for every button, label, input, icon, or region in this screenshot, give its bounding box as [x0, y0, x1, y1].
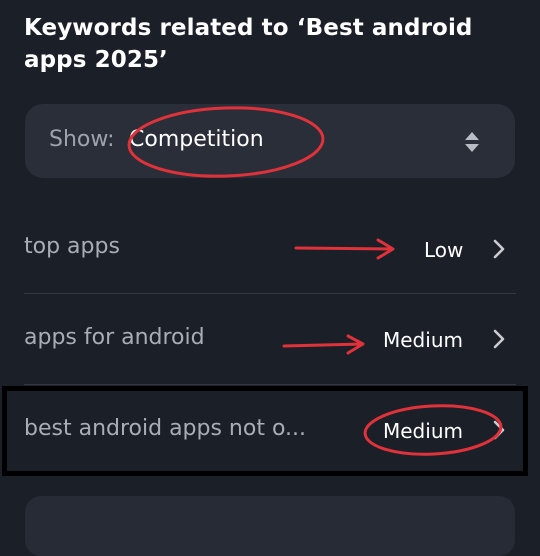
- chevron-right-icon: [493, 239, 505, 259]
- competition-level: Low: [424, 238, 464, 262]
- keyword-label: apps for android: [24, 325, 205, 350]
- chevron-right-icon: [493, 420, 505, 440]
- next-card: [25, 496, 515, 556]
- show-selected-value: Competition: [129, 127, 264, 152]
- keyword-row[interactable]: best android apps not o... Medium: [24, 386, 516, 476]
- keyword-row[interactable]: top apps Low: [24, 204, 516, 294]
- keyword-row[interactable]: apps for android Medium: [24, 294, 516, 384]
- section-title: Keywords related to ‘Best android apps 2…: [24, 15, 473, 73]
- show-label: Show:: [49, 127, 115, 152]
- show-metric-select[interactable]: Show: Competition: [25, 104, 515, 178]
- chevron-right-icon: [493, 329, 505, 349]
- sort-up-down-icon: [465, 132, 479, 152]
- competition-level: Medium: [383, 419, 463, 443]
- keyword-label: top apps: [24, 234, 120, 259]
- keyword-label: best android apps not o...: [24, 416, 307, 441]
- competition-level: Medium: [383, 328, 463, 352]
- row-divider: [24, 384, 516, 385]
